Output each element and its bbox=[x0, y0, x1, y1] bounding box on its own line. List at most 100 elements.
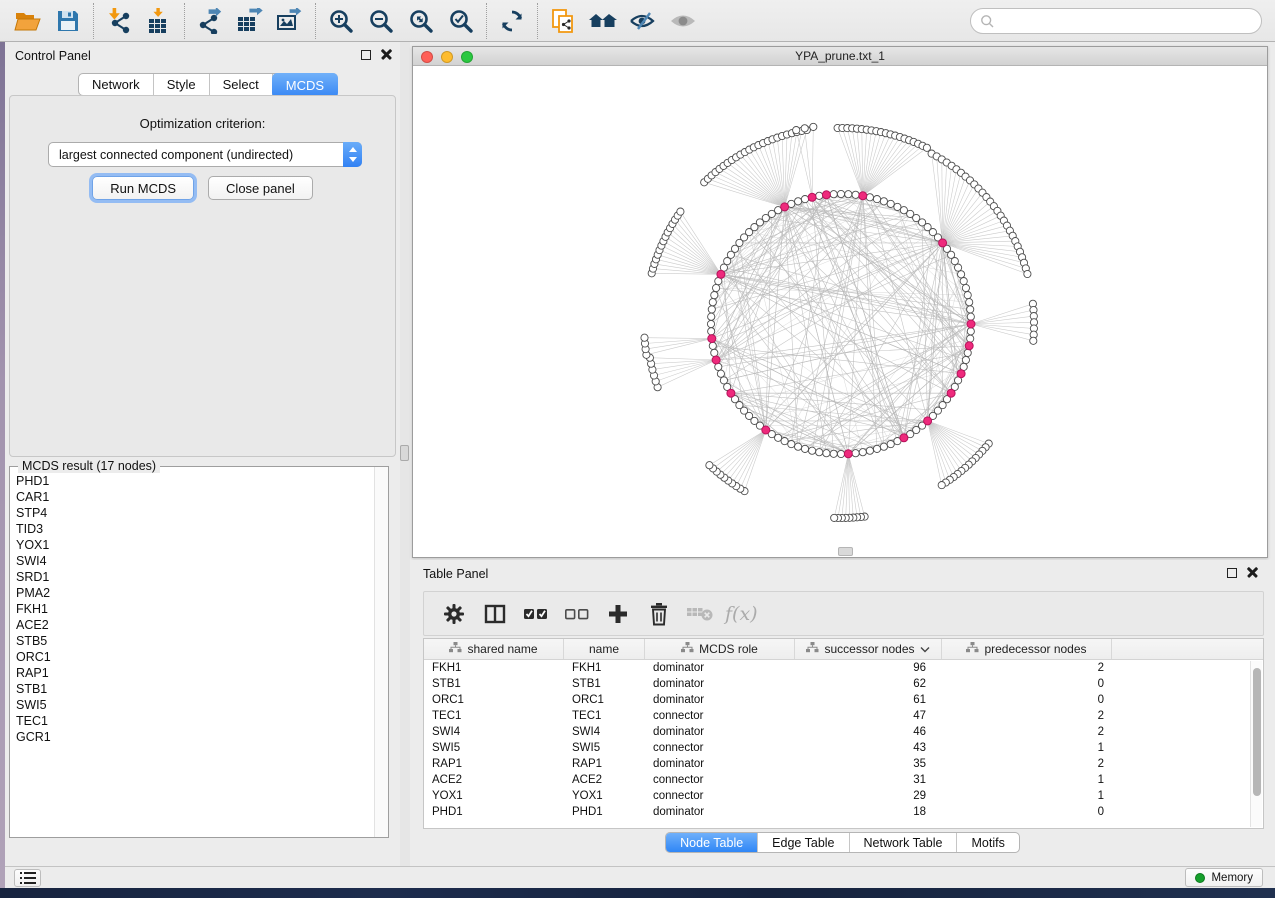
mcds-result-item[interactable]: TID3 bbox=[10, 521, 374, 537]
network-node[interactable] bbox=[713, 284, 720, 291]
mcds-result-item[interactable]: PMA2 bbox=[10, 585, 374, 601]
network-node[interactable] bbox=[709, 299, 716, 306]
network-node[interactable] bbox=[964, 349, 971, 356]
network-node[interactable] bbox=[967, 306, 974, 313]
tab-select[interactable]: Select bbox=[210, 74, 273, 95]
table-cell[interactable]: 61 bbox=[795, 694, 942, 706]
network-node[interactable] bbox=[887, 441, 894, 448]
network-node[interactable] bbox=[887, 200, 894, 207]
network-node[interactable] bbox=[967, 328, 974, 335]
table-cell[interactable]: YOX1 bbox=[564, 790, 645, 802]
criterion-select[interactable]: largest connected component (undirected) bbox=[48, 142, 362, 167]
table-cell[interactable]: dominator bbox=[645, 758, 795, 770]
table-cell[interactable]: connector bbox=[645, 742, 795, 754]
network-node[interactable] bbox=[938, 482, 945, 489]
network-node[interactable] bbox=[708, 328, 715, 335]
table-cell[interactable]: dominator bbox=[645, 726, 795, 738]
close-traffic-light-icon[interactable] bbox=[421, 51, 433, 63]
network-hub-node[interactable] bbox=[965, 342, 973, 350]
table-cell[interactable]: 29 bbox=[795, 790, 942, 802]
table-cell[interactable]: 47 bbox=[795, 710, 942, 722]
network-hub-node[interactable] bbox=[727, 389, 735, 397]
network-node[interactable] bbox=[711, 349, 718, 356]
network-node[interactable] bbox=[801, 445, 808, 452]
network-node[interactable] bbox=[866, 194, 873, 201]
copy-current-style-button[interactable] bbox=[543, 4, 583, 38]
network-hub-node[interactable] bbox=[939, 239, 947, 247]
table-cell[interactable]: SWI4 bbox=[424, 726, 564, 738]
network-node[interactable] bbox=[830, 450, 837, 457]
network-node[interactable] bbox=[845, 191, 852, 198]
network-node[interactable] bbox=[795, 198, 802, 205]
table-cell[interactable]: 0 bbox=[942, 694, 1112, 706]
network-node[interactable] bbox=[967, 335, 974, 342]
network-node[interactable] bbox=[951, 258, 958, 265]
network-hub-node[interactable] bbox=[900, 434, 908, 442]
float-table-panel-icon[interactable] bbox=[1227, 568, 1237, 578]
table-cell[interactable]: dominator bbox=[645, 806, 795, 818]
network-node[interactable] bbox=[708, 313, 715, 320]
table-cell[interactable]: 1 bbox=[942, 742, 1112, 754]
network-node[interactable] bbox=[880, 443, 887, 450]
refresh-button[interactable] bbox=[492, 4, 532, 38]
network-canvas[interactable] bbox=[413, 66, 1267, 557]
table-cell[interactable]: 0 bbox=[942, 806, 1112, 818]
network-node[interactable] bbox=[960, 278, 967, 285]
table-row[interactable]: PHD1PHD1dominator180 bbox=[424, 804, 1263, 820]
minimize-traffic-light-icon[interactable] bbox=[441, 51, 453, 63]
mcds-result-item[interactable]: RAP1 bbox=[10, 665, 374, 681]
table-row[interactable]: TEC1TEC1connector472 bbox=[424, 708, 1263, 724]
search-box[interactable] bbox=[970, 8, 1262, 34]
table-cell[interactable]: SWI5 bbox=[564, 742, 645, 754]
close-table-panel-icon[interactable] bbox=[1247, 567, 1258, 578]
network-node[interactable] bbox=[866, 447, 873, 454]
network-hub-node[interactable] bbox=[717, 270, 725, 278]
table-cell[interactable]: 2 bbox=[942, 710, 1112, 722]
network-node[interactable] bbox=[677, 208, 684, 215]
table-cell[interactable]: SWI4 bbox=[564, 726, 645, 738]
table-row[interactable]: YOX1YOX1connector291 bbox=[424, 788, 1263, 804]
network-node[interactable] bbox=[781, 438, 788, 445]
table-cell[interactable]: 2 bbox=[942, 662, 1112, 674]
network-hub-node[interactable] bbox=[957, 370, 965, 378]
show-task-history-button[interactable] bbox=[14, 869, 41, 887]
table-cell[interactable]: ORC1 bbox=[424, 694, 564, 706]
table-cell[interactable]: FKH1 bbox=[564, 662, 645, 674]
table-cell[interactable]: connector bbox=[645, 710, 795, 722]
network-node[interactable] bbox=[967, 313, 974, 320]
table-cell[interactable]: 43 bbox=[795, 742, 942, 754]
table-cell[interactable]: TEC1 bbox=[424, 710, 564, 722]
network-hub-node[interactable] bbox=[708, 335, 716, 343]
table-cell[interactable]: YOX1 bbox=[424, 790, 564, 802]
column-header-predecessor-nodes[interactable]: predecessor nodes bbox=[942, 639, 1112, 659]
tab-style[interactable]: Style bbox=[154, 74, 210, 95]
table-cell[interactable]: RAP1 bbox=[564, 758, 645, 770]
table-cell[interactable]: FKH1 bbox=[424, 662, 564, 674]
column-header-shared-name[interactable]: shared name bbox=[424, 639, 564, 659]
table-cell[interactable]: STB1 bbox=[424, 678, 564, 690]
table-cell[interactable]: PHD1 bbox=[564, 806, 645, 818]
tab-edge-table[interactable]: Edge Table bbox=[758, 833, 849, 852]
tab-network[interactable]: Network bbox=[79, 74, 154, 95]
network-node[interactable] bbox=[964, 292, 971, 299]
network-node[interactable] bbox=[709, 342, 716, 349]
network-node[interactable] bbox=[706, 462, 713, 469]
export-network-button[interactable] bbox=[190, 4, 230, 38]
network-node[interactable] bbox=[880, 198, 887, 205]
table-cell[interactable]: PHD1 bbox=[424, 806, 564, 818]
network-node[interactable] bbox=[873, 445, 880, 452]
hide-selected-button[interactable] bbox=[623, 4, 663, 38]
table-cell[interactable]: ACE2 bbox=[564, 774, 645, 786]
tab-network-table[interactable]: Network Table bbox=[850, 833, 958, 852]
table-cell[interactable]: dominator bbox=[645, 678, 795, 690]
run-mcds-button[interactable]: Run MCDS bbox=[92, 176, 194, 200]
table-cell[interactable]: connector bbox=[645, 774, 795, 786]
mcds-result-item[interactable]: TEC1 bbox=[10, 713, 374, 729]
table-cell[interactable]: 2 bbox=[942, 758, 1112, 770]
network-node[interactable] bbox=[873, 196, 880, 203]
table-scrollbar[interactable] bbox=[1250, 661, 1262, 827]
import-network-button[interactable] bbox=[99, 4, 139, 38]
network-node[interactable] bbox=[788, 441, 795, 448]
network-node[interactable] bbox=[816, 449, 823, 456]
network-hub-node[interactable] bbox=[822, 191, 830, 199]
